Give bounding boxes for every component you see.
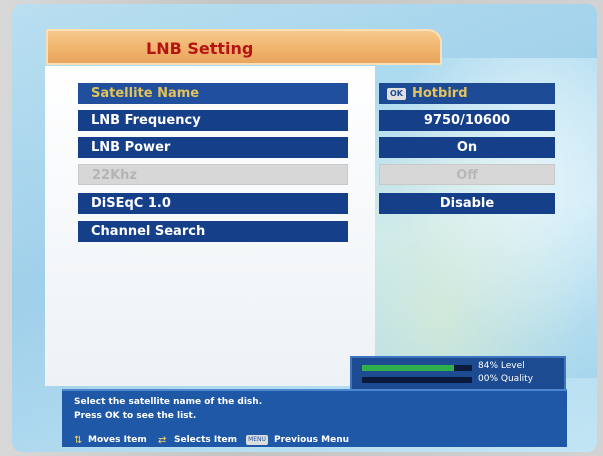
photo-background: LNB Setting Satellite Name LNB Frequency… bbox=[0, 0, 603, 456]
value-lnb-power[interactable]: On bbox=[379, 137, 555, 158]
page-title: LNB Setting bbox=[146, 39, 254, 58]
menu-item-22khz: 22Khz bbox=[78, 164, 348, 185]
hint-selects-item: Selects Item bbox=[174, 435, 238, 445]
ok-key-icon: OK bbox=[387, 87, 406, 100]
hint-previous-menu: Previous Menu bbox=[274, 435, 350, 445]
value-satellite-name-text: Hotbird bbox=[412, 86, 468, 101]
menu-key-icon: MENU bbox=[246, 435, 268, 445]
help-line-1: Select the satellite name of the dish. bbox=[74, 397, 263, 407]
menu-item-channel-search[interactable]: Channel Search bbox=[78, 221, 348, 242]
level-bar bbox=[362, 365, 472, 371]
level-label: 84% Level bbox=[478, 361, 525, 371]
tv-screen: LNB Setting Satellite Name LNB Frequency… bbox=[12, 4, 597, 452]
signal-panel: 84% Level 00% Quality bbox=[350, 356, 566, 392]
help-panel: Select the satellite name of the dish. P… bbox=[62, 389, 567, 447]
level-bar-fill bbox=[362, 365, 455, 371]
menu-item-lnb-frequency[interactable]: LNB Frequency bbox=[78, 110, 348, 131]
left-right-arrows-icon: ⇄ bbox=[158, 435, 167, 446]
value-22khz: Off bbox=[379, 164, 555, 185]
quality-bar bbox=[362, 377, 472, 383]
value-lnb-frequency[interactable]: 9750/10600 bbox=[379, 110, 555, 131]
hint-moves-item: Moves Item bbox=[88, 435, 147, 445]
menu-item-diseqc[interactable]: DiSEqC 1.0 bbox=[78, 193, 348, 214]
value-diseqc[interactable]: Disable bbox=[379, 193, 555, 214]
menu-item-satellite-name[interactable]: Satellite Name bbox=[78, 83, 348, 104]
right-background bbox=[372, 58, 597, 378]
menu-item-lnb-power[interactable]: LNB Power bbox=[78, 137, 348, 158]
up-down-arrows-icon: ⇅ bbox=[74, 435, 83, 446]
title-bar: LNB Setting bbox=[46, 29, 442, 65]
quality-label: 00% Quality bbox=[478, 374, 534, 384]
value-satellite-name[interactable]: OK Hotbird bbox=[379, 83, 555, 104]
help-line-2: Press OK to see the list. bbox=[74, 411, 197, 421]
